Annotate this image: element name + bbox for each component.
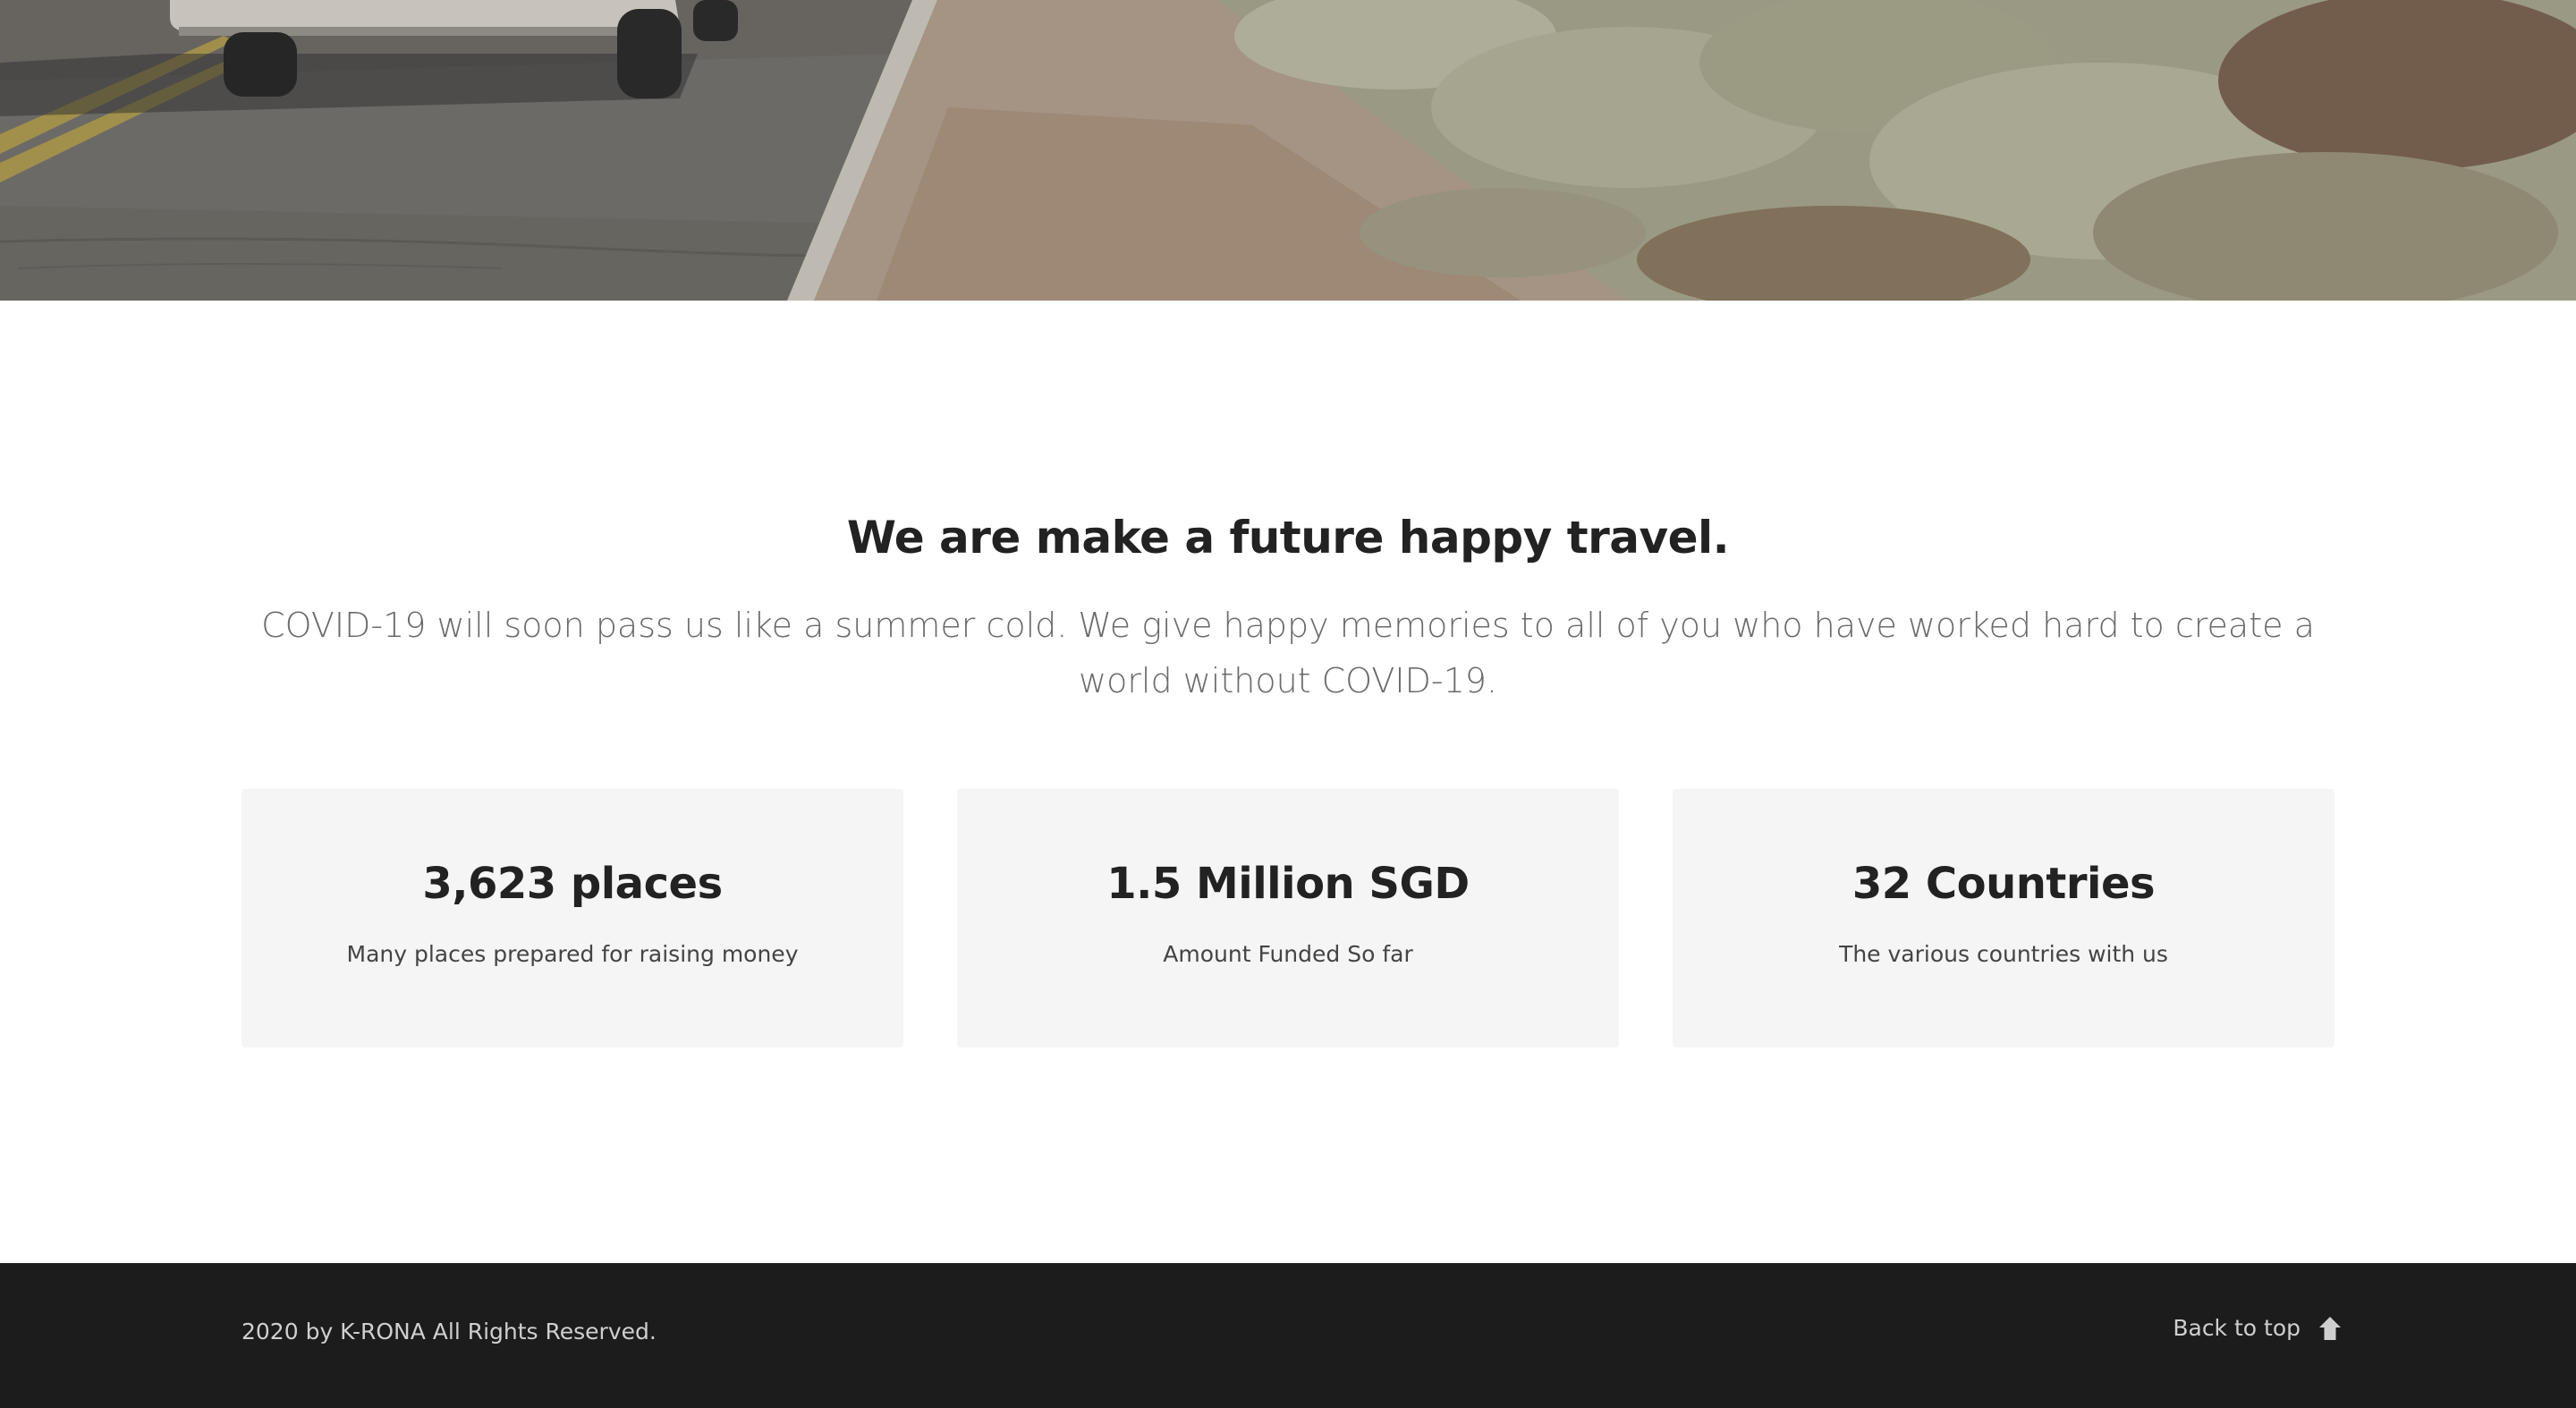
- stat-card-subtitle: The various countries with us: [1839, 941, 2168, 967]
- arrow-up-icon: [2318, 1316, 2342, 1341]
- hero-image: [0, 0, 2576, 301]
- stat-card-title: 32 Countries: [1852, 859, 2156, 909]
- stat-card-countries: 32 Countries The various countries with …: [1673, 789, 2334, 1048]
- stat-card-title: 1.5 Million SGD: [1106, 859, 1470, 909]
- footer-copyright: 2020 by K-RONA All Rights Reserved.: [242, 1319, 657, 1344]
- back-to-top-link[interactable]: Back to top: [2173, 1315, 2342, 1341]
- stat-card-places: 3,623 places Many places prepared for ra…: [242, 789, 903, 1048]
- back-to-top-label: Back to top: [2173, 1315, 2301, 1341]
- stat-card-subtitle: Amount Funded So far: [1163, 941, 1413, 967]
- intro-title: We are make a future happy travel.: [846, 512, 1730, 564]
- footer: 2020 by K-RONA All Rights Reserved. Back…: [0, 1263, 2576, 1408]
- stat-card-subtitle: Many places prepared for raising money: [346, 941, 799, 967]
- stat-card-funded: 1.5 Million SGD Amount Funded So far: [957, 789, 1619, 1048]
- hero-photo-illustration: [0, 0, 2576, 301]
- intro-description: COVID-19 will soon pass us like a summer…: [261, 606, 2315, 700]
- stat-card-title: 3,623 places: [422, 859, 723, 909]
